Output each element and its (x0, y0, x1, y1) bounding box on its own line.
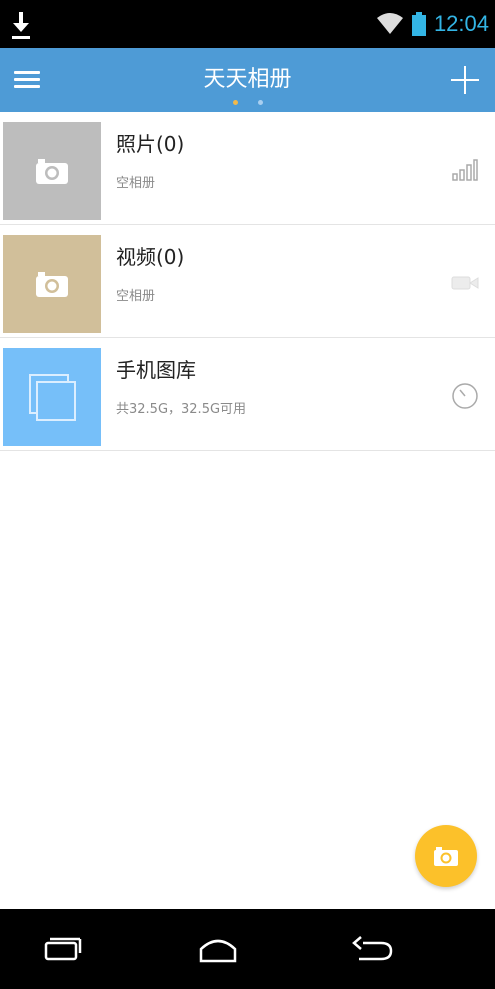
page-dot-1 (232, 100, 238, 105)
camera-icon (434, 847, 458, 866)
album-thumbnail (3, 235, 101, 333)
camera-icon (36, 272, 68, 297)
page-indicator (0, 100, 495, 105)
album-list: 照片(0) 空相册 视频(0) 空相册 手机图库 共32.5G，32.5G可用 (0, 112, 495, 451)
battery-icon (411, 12, 426, 36)
timer-icon[interactable] (451, 382, 479, 410)
action-bar: 天天相册 (0, 48, 495, 112)
album-subtitle: 共32.5G，32.5G可用 (116, 402, 247, 417)
gallery-stack-icon (29, 374, 76, 421)
signal-bars-icon[interactable] (451, 156, 479, 184)
album-subtitle: 空相册 (116, 176, 156, 191)
album-thumbnail (3, 122, 101, 220)
album-name: 视频(0) (116, 245, 185, 269)
album-name: 手机图库 (116, 358, 196, 382)
status-icons: 12:04 (376, 8, 489, 40)
camera-icon (36, 159, 68, 184)
add-album-button[interactable] (449, 64, 481, 96)
navigation-bar (0, 909, 495, 989)
camera-fab-button[interactable] (415, 825, 477, 887)
app-title: 天天相册 (203, 67, 292, 92)
album-row-videos[interactable]: 视频(0) 空相册 (0, 225, 495, 338)
album-name: 照片(0) (116, 132, 185, 156)
album-row-gallery[interactable]: 手机图库 共32.5G，32.5G可用 (0, 338, 495, 451)
status-time: 12:04 (433, 11, 489, 36)
page-dot-2 (257, 100, 263, 105)
video-camera-icon[interactable] (451, 269, 479, 297)
recent-apps-icon[interactable] (34, 929, 90, 969)
album-row-photos[interactable]: 照片(0) 空相册 (0, 112, 495, 225)
download-icon (12, 12, 30, 39)
album-thumbnail (3, 348, 101, 446)
album-subtitle: 空相册 (116, 289, 156, 304)
wifi-icon (376, 13, 403, 34)
back-icon[interactable] (345, 929, 401, 969)
home-icon[interactable] (190, 929, 246, 969)
status-bar: 12:04 (0, 0, 495, 48)
